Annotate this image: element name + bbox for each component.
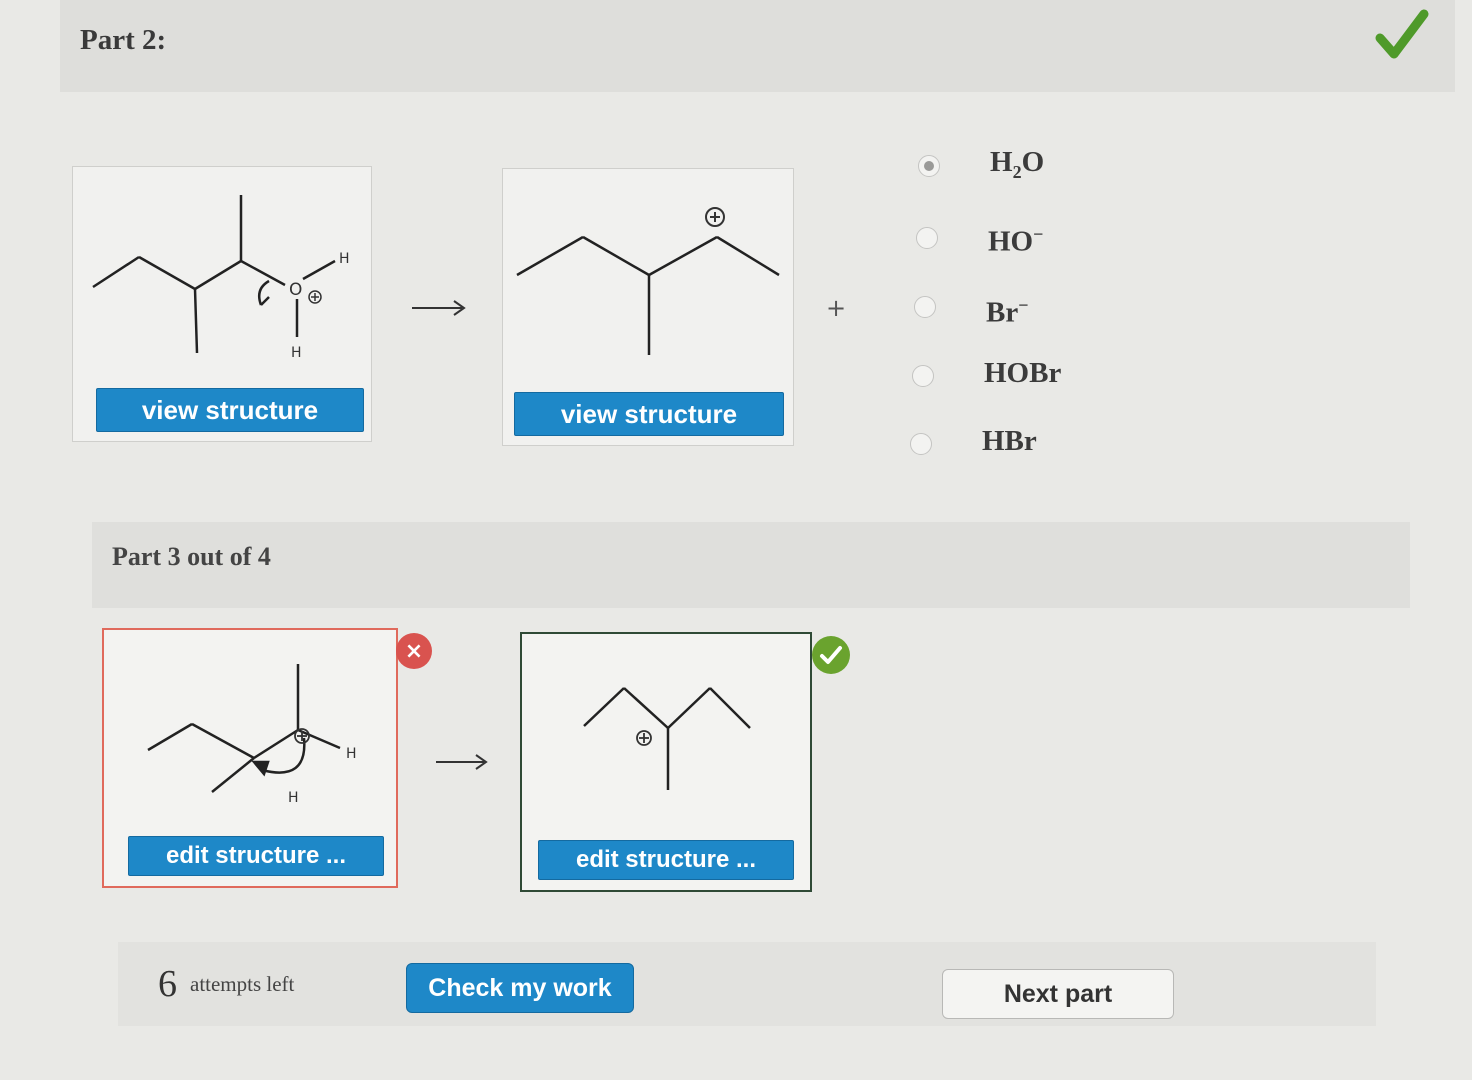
plus-sign: + xyxy=(826,294,847,322)
reactant-edit-structure-button[interactable]: edit structure ... xyxy=(128,836,384,876)
edit-hydrogen-label-bottom: H xyxy=(288,790,299,806)
hydrogen-label-bottom: H xyxy=(291,345,302,361)
choice-h2o[interactable] xyxy=(918,155,940,177)
choice-br[interactable] xyxy=(914,296,936,318)
correct-check-icon xyxy=(812,636,850,674)
choice-hbr[interactable] xyxy=(910,433,932,455)
footer-bar xyxy=(118,942,1376,1026)
reaction-arrow-icon xyxy=(412,300,466,316)
complete-check-icon xyxy=(1375,9,1429,59)
choice-label-ho: HO− xyxy=(988,224,1044,258)
choice-hobr[interactable] xyxy=(912,365,934,387)
choice-label-hbr: HBr xyxy=(982,425,1037,457)
edit-hydrogen-label-right: H xyxy=(346,746,357,762)
choice-label-h2o: H2O xyxy=(990,146,1045,182)
radio-hobr[interactable] xyxy=(912,365,934,387)
choice-label-hobr: HOBr xyxy=(984,357,1062,389)
attempts-count: 6 xyxy=(158,963,177,1005)
oxygen-label: O xyxy=(289,280,302,300)
product-edit-structure-button[interactable]: edit structure ... xyxy=(538,840,794,880)
part2-header xyxy=(60,0,1455,92)
radio-ho[interactable] xyxy=(916,227,938,249)
part3-arrow-icon xyxy=(436,754,488,770)
attempts-label: attempts left xyxy=(190,972,295,996)
radio-br[interactable] xyxy=(914,296,936,318)
hydrogen-label-top: H xyxy=(339,251,350,267)
incorrect-x-icon: × xyxy=(396,633,432,669)
part3-header xyxy=(92,522,1410,608)
part3-title: Part 3 out of 4 xyxy=(112,542,271,571)
check-my-work-button[interactable]: Check my work xyxy=(406,963,634,1013)
choice-label-br: Br− xyxy=(986,295,1029,329)
radio-hbr[interactable] xyxy=(910,433,932,455)
part2-title: Part 2: xyxy=(80,24,167,56)
reactant-view-structure-button[interactable]: view structure xyxy=(96,388,364,432)
next-part-button[interactable]: Next part xyxy=(942,969,1174,1019)
choice-ho[interactable] xyxy=(916,227,938,249)
product-view-structure-button[interactable]: view structure xyxy=(514,392,784,436)
radio-h2o[interactable] xyxy=(918,155,940,177)
